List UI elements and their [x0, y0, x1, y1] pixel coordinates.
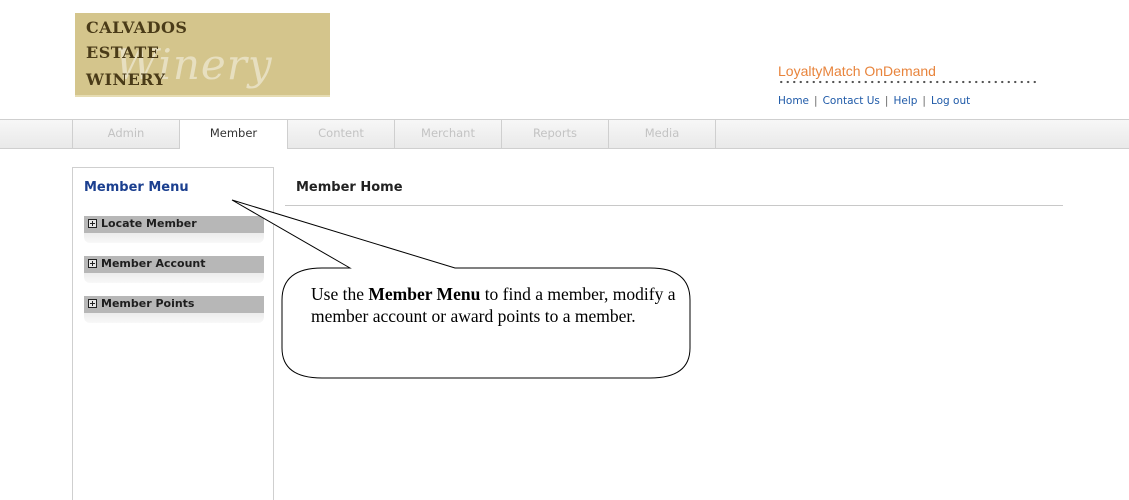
callout-text: Use the Member Menu to find a member, mo…: [311, 283, 681, 327]
page: Winery CALVADOS ESTATE WINERY LoyaltyMat…: [0, 0, 1129, 500]
callout-bubble: [231, 199, 691, 379]
callout-text-prefix: Use the: [311, 284, 369, 304]
callout-text-bold: Member Menu: [368, 284, 481, 304]
